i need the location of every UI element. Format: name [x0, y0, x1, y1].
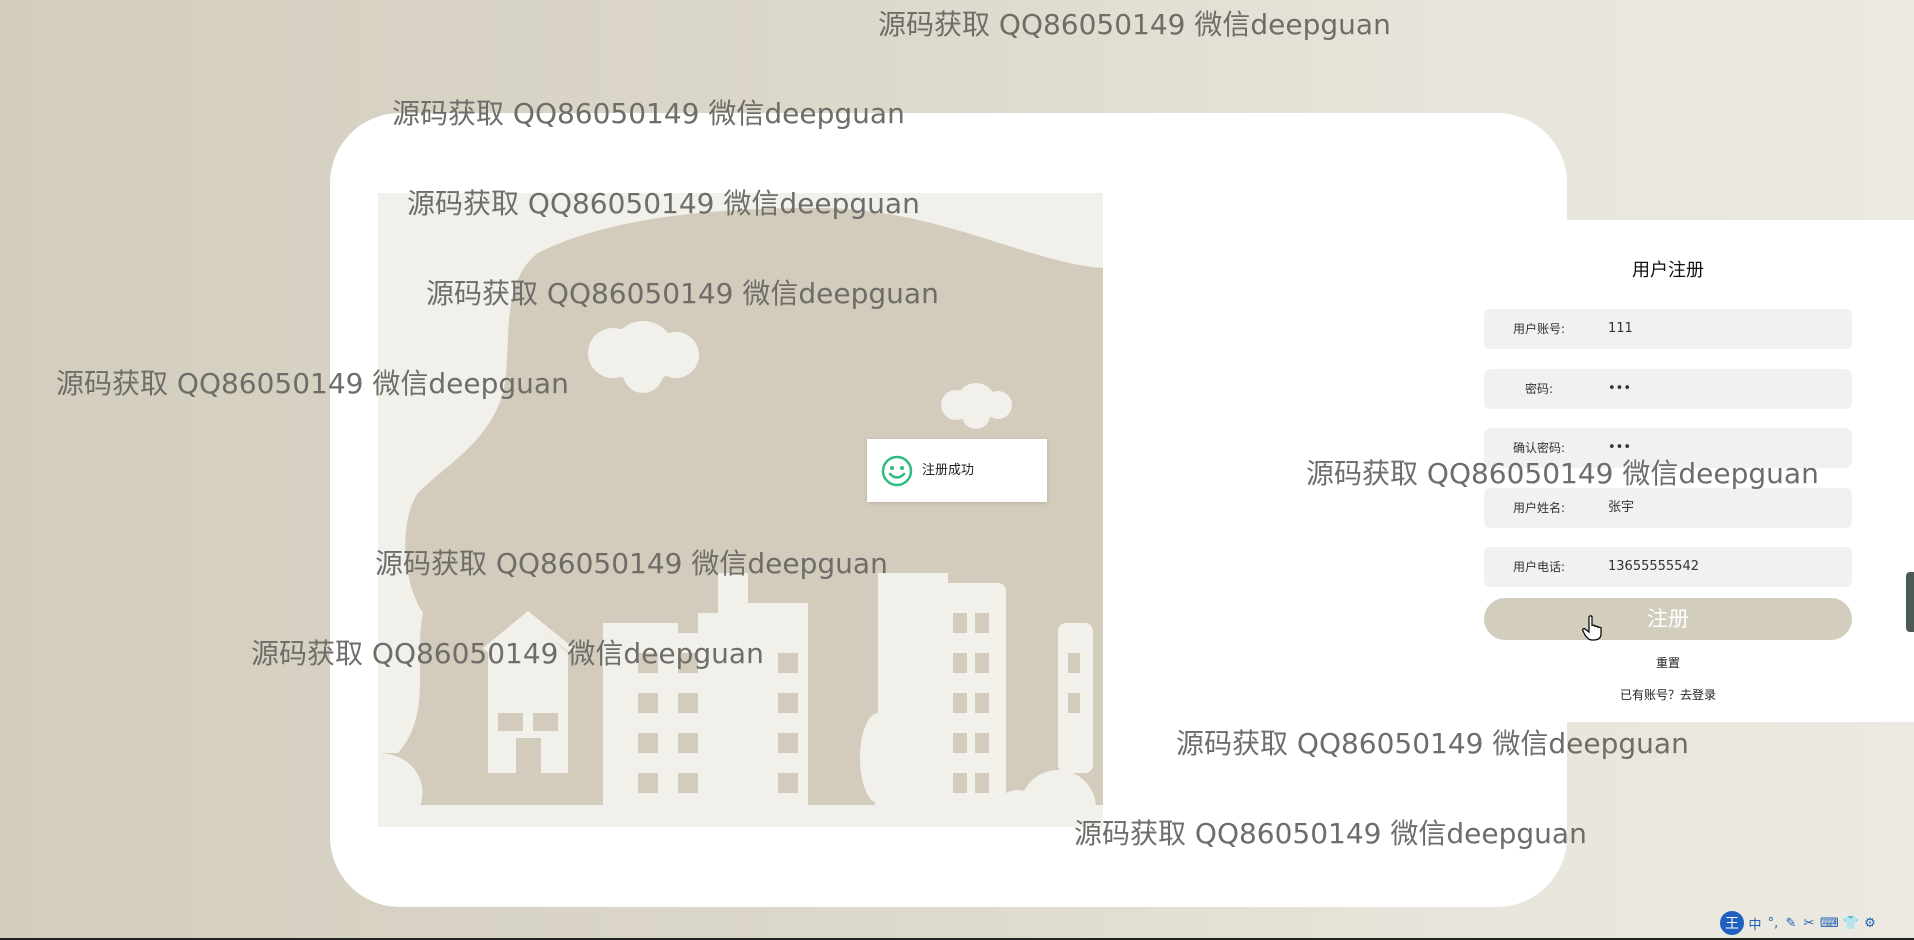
password-label: 密码: — [1524, 382, 1554, 396]
watermark: 源码获取 QQ86050149 微信deepguan — [1176, 727, 1689, 760]
phone-field[interactable]: 用户电话: 13655555542 — [1484, 547, 1852, 587]
account-input[interactable]: 111 — [1608, 309, 1838, 349]
toast-message: 注册成功 — [922, 463, 975, 478]
ime-settings-icon[interactable]: ⚙ — [1863, 916, 1877, 931]
ime-punctuation-icon[interactable]: °, — [1766, 916, 1780, 931]
hand-cursor-icon — [1582, 615, 1602, 641]
smile-icon — [881, 455, 913, 487]
watermark: 源码获取 QQ86050149 微信deepguan — [407, 187, 920, 220]
ime-chinese-mode[interactable]: 中 — [1748, 914, 1762, 933]
name-field[interactable]: 用户姓名: 张宇 — [1484, 488, 1852, 528]
phone-input[interactable]: 13655555542 — [1608, 547, 1838, 587]
watermark: 源码获取 QQ86050149 微信deepguan — [1074, 817, 1587, 850]
watermark: 源码获取 QQ86050149 微信deepguan — [878, 8, 1391, 41]
watermark: 源码获取 QQ86050149 微信deepguan — [426, 277, 939, 310]
reset-button[interactable]: 重置 — [1472, 654, 1864, 671]
watermark: 源码获取 QQ86050149 微信deepguan — [251, 637, 764, 670]
watermark: 源码获取 QQ86050149 微信deepguan — [56, 367, 569, 400]
name-input[interactable]: 张宇 — [1608, 488, 1838, 528]
account-field[interactable]: 用户账号: 111 — [1484, 309, 1852, 349]
password-input[interactable]: ••• — [1608, 369, 1838, 409]
go-login-link[interactable]: 已有账号？去登录 — [1472, 686, 1864, 703]
ime-toolbar: 王 中 °, ✎ ✂ ⌨ 👕 ⚙ — [1720, 909, 1877, 937]
name-label: 用户姓名: — [1512, 501, 1566, 515]
ime-pen-icon[interactable]: ✎ — [1784, 916, 1798, 931]
ime-logo-icon[interactable]: 王 — [1720, 911, 1744, 935]
form-title: 用户注册 — [1632, 260, 1704, 281]
ime-skin-icon[interactable]: 👕 — [1843, 916, 1859, 931]
password-field[interactable]: 密码: ••• — [1484, 369, 1852, 409]
watermark: 源码获取 QQ86050149 微信deepguan — [392, 97, 905, 130]
phone-label: 用户电话: — [1512, 560, 1566, 574]
ime-scissors-icon[interactable]: ✂ — [1802, 916, 1816, 931]
watermark: 源码获取 QQ86050149 微信deepguan — [375, 547, 888, 580]
register-button[interactable]: 注册 — [1484, 598, 1852, 640]
side-tab-handle[interactable] — [1906, 572, 1914, 632]
success-toast: 注册成功 — [867, 439, 1047, 502]
account-label: 用户账号: — [1512, 322, 1566, 336]
ime-keyboard-icon[interactable]: ⌨ — [1820, 916, 1839, 931]
watermark: 源码获取 QQ86050149 微信deepguan — [1306, 457, 1819, 490]
